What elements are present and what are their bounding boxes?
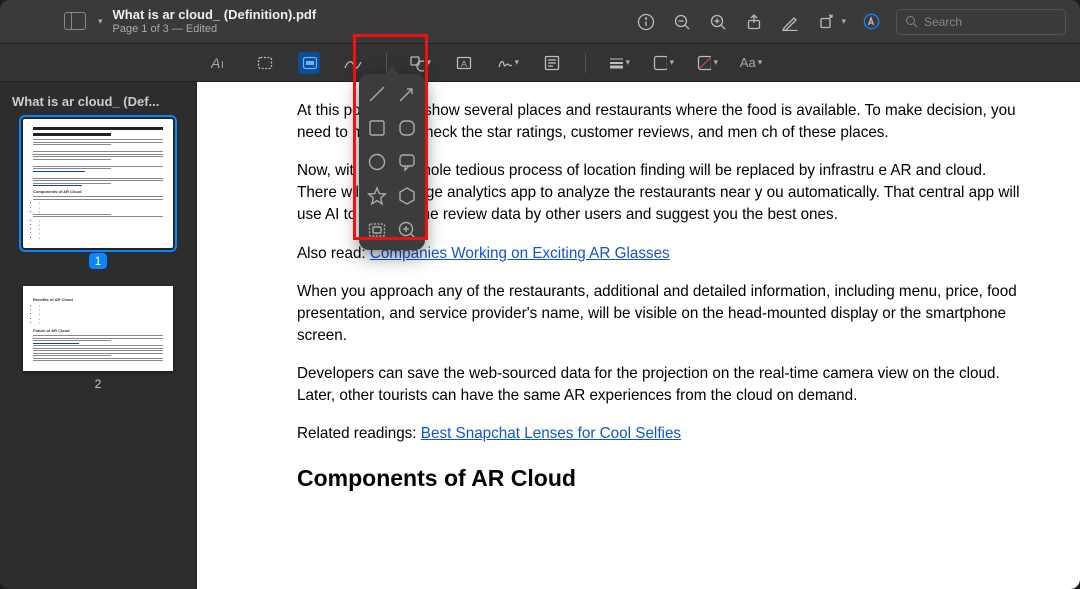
related-readings-label: Related readings: xyxy=(297,425,417,442)
rotate-menu-chevron-icon[interactable]: ▾ xyxy=(841,16,846,27)
para-1b: map will show several places and restaur… xyxy=(365,102,922,119)
thumb-page-number: 1 xyxy=(89,253,108,269)
shape-arrow-icon[interactable] xyxy=(395,82,419,106)
shape-square-icon[interactable] xyxy=(365,116,389,140)
redact-icon[interactable] xyxy=(298,52,320,74)
document-page: At this po map will show several places … xyxy=(197,82,1080,589)
svg-text:I: I xyxy=(221,60,224,71)
shape-line-icon[interactable] xyxy=(365,82,389,106)
zoom-in-icon[interactable] xyxy=(707,11,729,33)
shape-mask-icon[interactable] xyxy=(365,218,389,242)
link-snapchat[interactable]: Best Snapchat Lenses for Cool Selfies xyxy=(421,425,681,442)
titlebar: ▾ What is ar cloud_ (Definition).pdf Pag… xyxy=(0,0,1080,44)
para-3: When you approach any of the restaurants… xyxy=(297,281,1026,347)
thumb-page-number: 2 xyxy=(95,377,102,391)
toolbar-divider xyxy=(585,53,586,73)
view-menu-chevron-icon[interactable]: ▾ xyxy=(98,16,103,27)
markup-toolbar: AI ▾ A ▾ ▾ ▾ ▾ Aa▾ xyxy=(0,44,1080,82)
share-icon[interactable] xyxy=(743,11,765,33)
sketch-icon[interactable] xyxy=(342,52,364,74)
line-weight-icon[interactable]: ▾ xyxy=(608,52,630,74)
para-1a: At this po xyxy=(297,102,361,119)
shape-loupe-icon[interactable] xyxy=(395,218,419,242)
svg-text:A: A xyxy=(211,55,220,71)
heading-components: Components of AR Cloud xyxy=(297,465,1026,492)
document-filename: What is ar cloud_ (Definition).pdf xyxy=(113,8,317,22)
shapes-dropdown-button[interactable]: ▾ xyxy=(409,52,431,74)
highlight-markup-icon[interactable] xyxy=(860,11,882,33)
shape-speech-bubble-icon[interactable] xyxy=(395,150,419,174)
note-icon[interactable] xyxy=(541,52,563,74)
search-placeholder: Search xyxy=(924,15,962,29)
font-format-icon[interactable]: Aa▾ xyxy=(740,52,762,74)
document-title-block: What is ar cloud_ (Definition).pdf Page … xyxy=(113,8,317,34)
svg-text:A: A xyxy=(461,59,467,69)
shape-rounded-square-icon[interactable] xyxy=(395,116,419,140)
sign-icon[interactable]: ▾ xyxy=(497,52,519,74)
sidebar-toggle-button[interactable] xyxy=(64,12,86,30)
sidebar-title: What is ar cloud_ (Def... xyxy=(12,94,186,109)
thumbnail-page-1[interactable]: Components of AR Cloud ••• ••••• 1 xyxy=(10,119,186,268)
search-icon xyxy=(905,15,918,28)
fill-color-icon[interactable]: ▾ xyxy=(696,52,718,74)
thumbnail-page-2[interactable]: Benefits of AR Cloud ••••• Future of AR … xyxy=(10,286,186,391)
also-read-label: Also read: xyxy=(297,245,366,262)
rotate-icon[interactable] xyxy=(815,11,837,33)
markup-pencil-icon[interactable] xyxy=(779,11,801,33)
info-icon[interactable] xyxy=(635,11,657,33)
rect-select-icon[interactable] xyxy=(254,52,276,74)
shape-circle-icon[interactable] xyxy=(365,150,389,174)
zoom-out-icon[interactable] xyxy=(671,11,693,33)
search-field[interactable]: Search xyxy=(896,9,1066,35)
stroke-color-icon[interactable]: ▾ xyxy=(652,52,674,74)
text-box-icon[interactable]: A xyxy=(453,52,475,74)
shape-star-icon[interactable] xyxy=(365,184,389,208)
document-page-status: Page 1 of 3 — Edited xyxy=(113,23,317,35)
para-2a: Now, wit xyxy=(297,162,354,179)
shapes-popover xyxy=(359,74,425,250)
thumbnails-sidebar: What is ar cloud_ (Def... Components of … xyxy=(0,82,197,589)
shape-hexagon-icon[interactable] xyxy=(395,184,419,208)
para-4: Developers can save the web-sourced data… xyxy=(297,363,1026,407)
text-style-icon[interactable]: AI xyxy=(210,52,232,74)
